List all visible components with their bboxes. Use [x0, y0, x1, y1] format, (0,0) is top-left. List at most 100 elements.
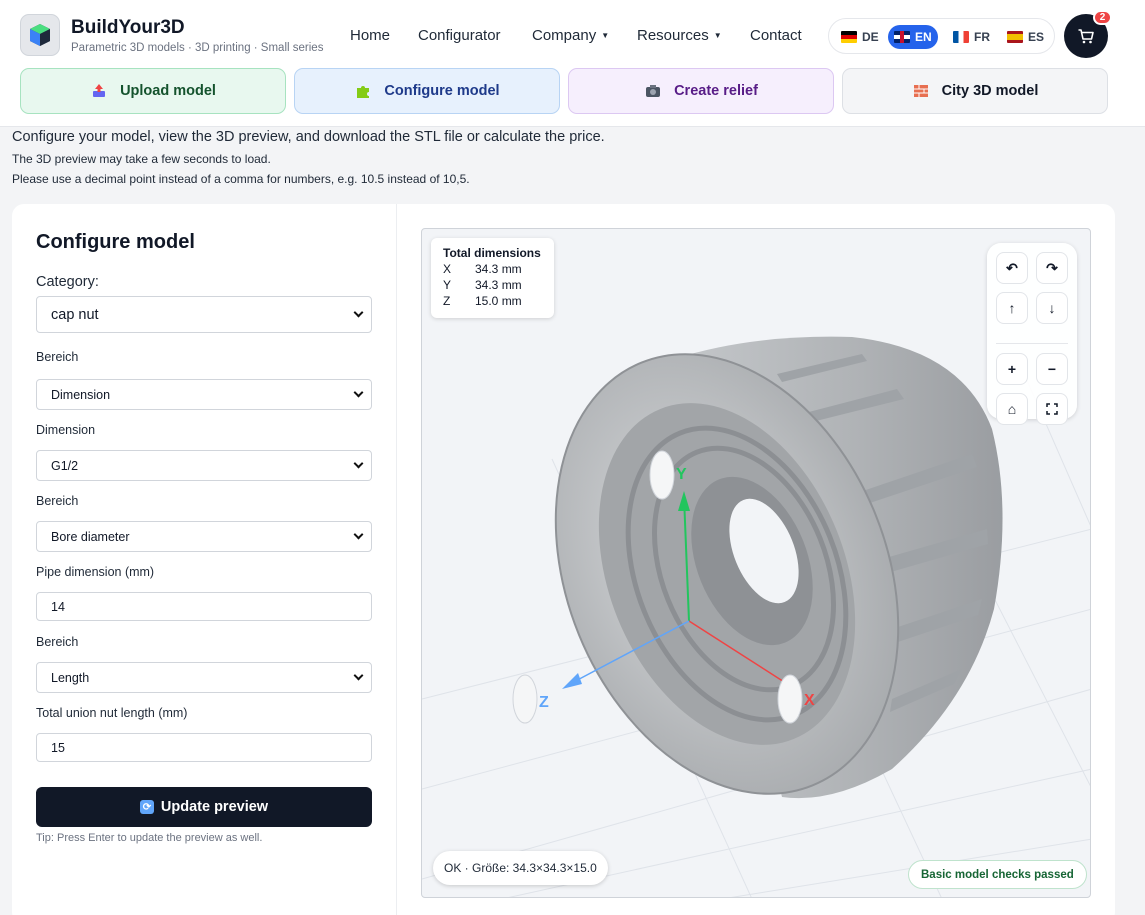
dimension-value: G1/2	[51, 458, 79, 473]
caret-down-icon: ▼	[601, 31, 610, 40]
nut-length-value: 15	[51, 740, 65, 755]
rotate-right-icon: ↷	[1046, 259, 1058, 276]
x-axis-label: X	[804, 692, 815, 709]
category-value: cap nut	[51, 306, 99, 323]
flag-en-icon	[894, 31, 910, 43]
pipe-dimension-value: 14	[51, 599, 65, 614]
zoom-out-icon: −	[1047, 361, 1057, 377]
zoom-in-icon: +	[1007, 361, 1017, 377]
dimension-select[interactable]: G1/2	[36, 450, 372, 481]
lang-en[interactable]: EN	[888, 25, 938, 49]
caret-down-icon: ▼	[713, 31, 722, 40]
tool-upload-label: Upload model	[120, 83, 216, 99]
cart-icon	[1078, 29, 1094, 44]
tool-city-model[interactable]: City 3D model	[842, 68, 1108, 114]
update-preview-label: Update preview	[160, 799, 269, 815]
tilt-up-button[interactable]: ↑	[996, 292, 1028, 324]
nav-home[interactable]: Home	[350, 27, 390, 44]
logo[interactable]	[20, 14, 60, 56]
dimension-value: 34.3 mm	[475, 278, 522, 292]
lang-es-label: ES	[1028, 30, 1045, 44]
language-switcher: DE EN FR ES	[828, 18, 1055, 54]
section-select-value: Length	[51, 670, 90, 685]
config-form: Configure model Category: cap nut Bereic…	[12, 204, 397, 915]
nav-resources[interactable]: Resources ▼	[637, 27, 722, 44]
status-pill: OK · Größe: 34.3×34.3×15.0	[433, 851, 608, 885]
brand-title[interactable]: BuildYour3D	[71, 17, 185, 39]
lang-en-label: EN	[915, 30, 932, 44]
tool-configure-model[interactable]: Configure model	[294, 68, 560, 114]
tilt-down-button[interactable]: ↓	[1036, 292, 1068, 324]
section-select-dimension[interactable]: Dimension	[36, 379, 372, 410]
controls-divider	[996, 343, 1068, 344]
nav-contact-label: Contact	[750, 27, 802, 44]
enter-tip: Tip: Press Enter to update the preview a…	[36, 832, 263, 844]
decimal-note: Please use a decimal point instead of a …	[12, 172, 470, 186]
site-header: BuildYour3D Parametric 3D models · 3D pr…	[0, 0, 1145, 127]
section-select-bore[interactable]: Bore diameter	[36, 521, 372, 552]
pipe-dimension-input[interactable]: 14	[36, 592, 372, 621]
flag-de-icon	[841, 31, 857, 43]
y-axis-label: Y	[676, 466, 687, 483]
tool-relief-label: Create relief	[674, 83, 758, 99]
z-axis-handle[interactable]	[512, 674, 538, 724]
lang-fr[interactable]: FR	[947, 25, 996, 49]
dimensions-title: Total dimensions	[443, 246, 541, 260]
cube-logo-icon	[30, 24, 50, 46]
loading-note: The 3D preview may take a few seconds to…	[12, 152, 271, 166]
zoom-out-button[interactable]: −	[1036, 353, 1068, 385]
dimensions-panel: Total dimensions X 34.3 mm Y 34.3 mm Z 15.0…	[431, 238, 554, 318]
dimension-value: 34.3 mm	[475, 262, 522, 276]
nut-length-input[interactable]: 15	[36, 733, 372, 762]
nav-configurator-label: Configurator	[418, 27, 501, 44]
nav-resources-label: Resources	[637, 27, 709, 44]
fullscreen-button[interactable]	[1036, 393, 1068, 425]
dimension-label: Dimension	[36, 423, 96, 437]
section-select-length[interactable]: Length	[36, 662, 372, 693]
nav-contact[interactable]: Contact	[750, 27, 802, 44]
category-select[interactable]: cap nut	[36, 296, 372, 333]
nav-company-label: Company	[532, 27, 597, 44]
lang-de[interactable]: DE	[835, 25, 885, 49]
chevron-down-icon	[353, 529, 364, 539]
nav-home-label: Home	[350, 27, 391, 44]
y-axis-handle[interactable]	[649, 450, 675, 500]
nav-configurator[interactable]: Configurator	[418, 27, 501, 44]
fullscreen-icon	[1046, 403, 1058, 415]
chevron-down-icon	[353, 387, 364, 397]
rotate-left-button[interactable]: ↶	[996, 252, 1028, 284]
arrow-up-icon: ↑	[1008, 300, 1016, 316]
refresh-icon: ⟳	[139, 800, 154, 814]
x-axis-handle[interactable]	[777, 674, 803, 724]
cart-count-badge: 2	[1093, 10, 1112, 25]
zoom-in-button[interactable]: +	[996, 353, 1028, 385]
intro-text: Configure your model, view the 3D previe…	[12, 129, 605, 145]
dimension-value: 15.0 mm	[475, 294, 522, 308]
rotate-right-button[interactable]: ↷	[1036, 252, 1068, 284]
nav-company[interactable]: Company ▼	[532, 27, 609, 44]
tool-upload-model[interactable]: Upload model	[20, 68, 286, 114]
section-select-value: Dimension	[51, 387, 111, 402]
section-label: Bereich	[36, 350, 79, 364]
section-select-value: Bore diameter	[51, 529, 130, 544]
category-label: Category:	[36, 274, 99, 290]
lang-es[interactable]: ES	[1001, 25, 1050, 49]
checks-passed-badge: Basic model checks passed	[908, 860, 1087, 889]
dimension-axis: Z	[443, 294, 451, 308]
brand-subtitle: Parametric 3D models · 3D printing · Sma…	[71, 42, 324, 54]
tool-create-relief[interactable]: Create relief	[568, 68, 834, 114]
3d-viewer[interactable]: Y X Z Total dimensions X 34.3 mm Y 34.3 mm…	[421, 228, 1091, 898]
nut-length-label: Total union nut length (mm)	[36, 706, 188, 720]
arrow-down-icon: ↓	[1048, 300, 1056, 316]
chevron-down-icon	[353, 458, 364, 468]
section-label: Bereich	[36, 635, 79, 649]
tool-city-label: City 3D model	[941, 83, 1039, 99]
update-preview-button[interactable]: ⟳ Update preview	[36, 787, 372, 827]
dimension-axis: X	[443, 262, 452, 276]
chevron-down-icon	[353, 670, 364, 680]
puzzle-icon	[354, 82, 372, 100]
camera-icon	[644, 82, 662, 100]
brick-icon	[912, 82, 930, 100]
reset-view-button[interactable]: ⌂	[996, 393, 1028, 425]
tool-configure-label: Configure model	[384, 83, 500, 99]
